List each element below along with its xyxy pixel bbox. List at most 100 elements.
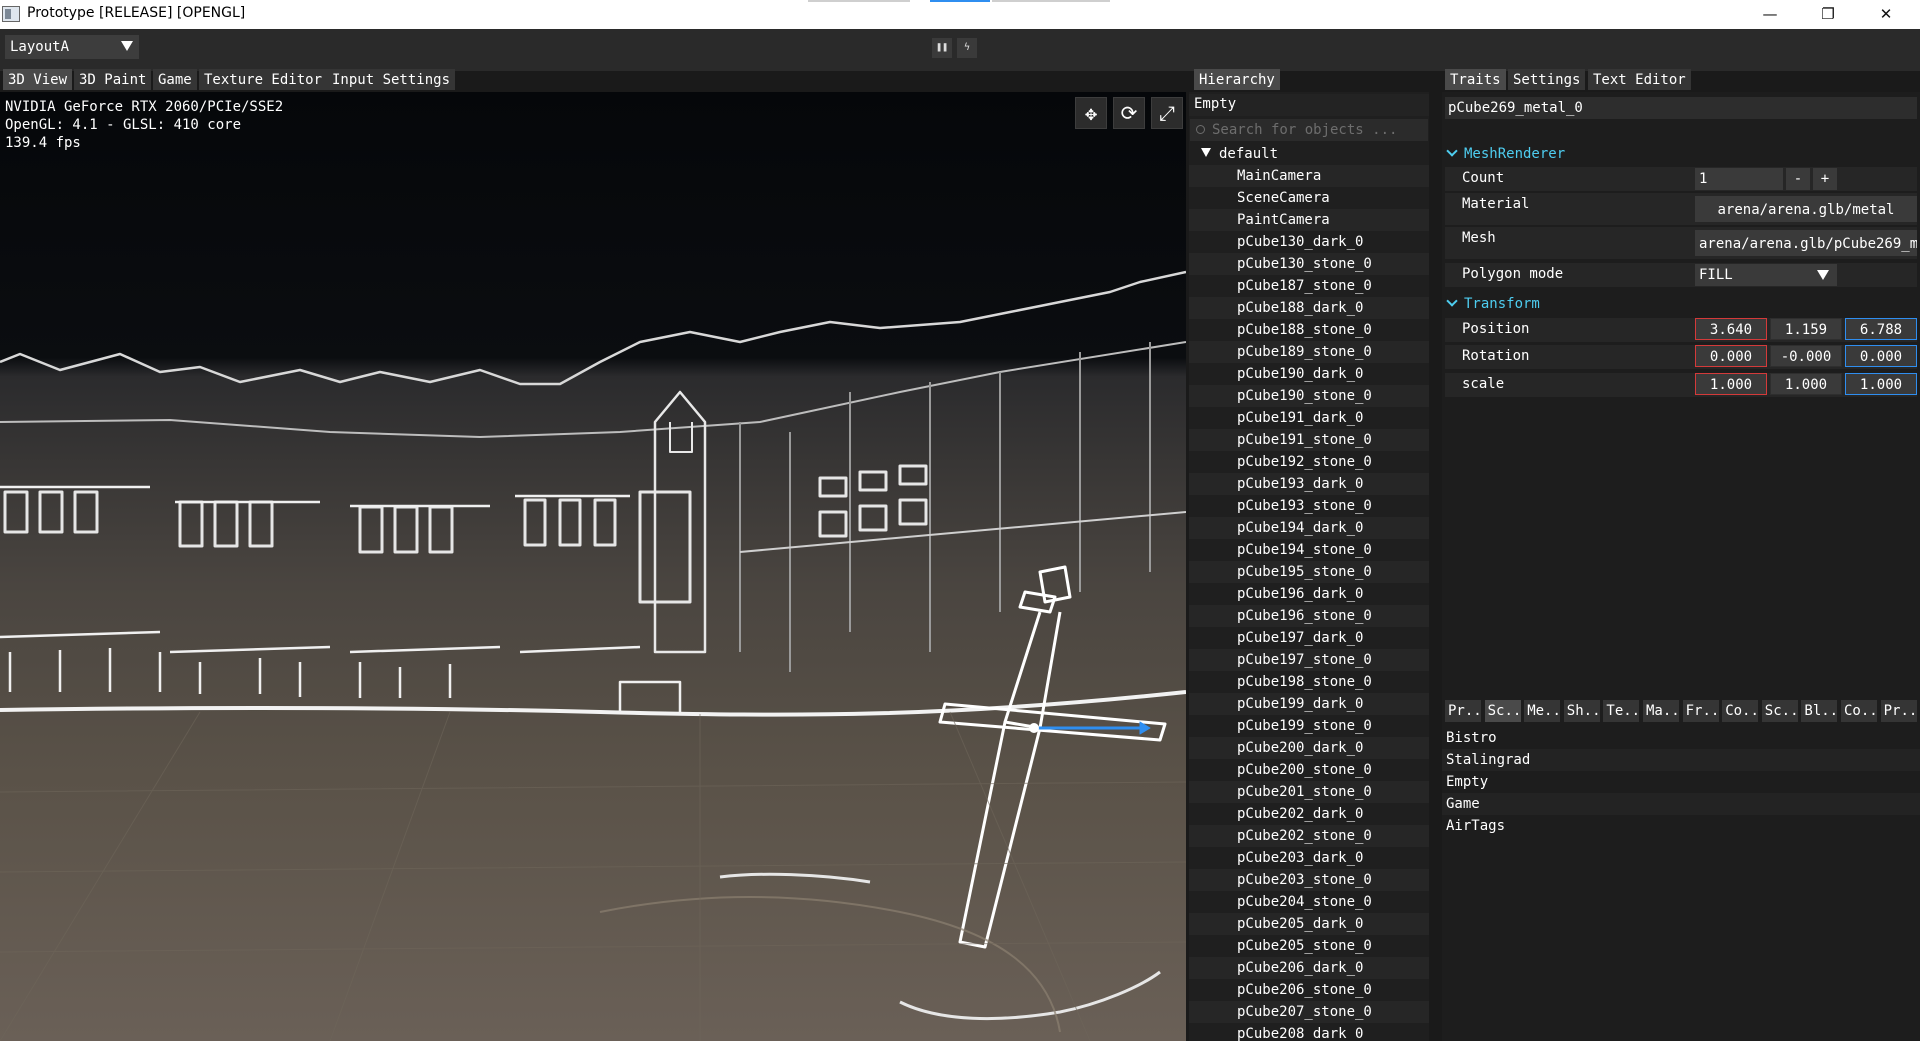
tree-item[interactable]: pCube199_stone_0	[1189, 715, 1429, 737]
tree-item[interactable]: pCube204_stone_0	[1189, 891, 1429, 913]
step-button[interactable]: ϟ	[957, 38, 977, 58]
scene-tab[interactable]: Bl...	[1801, 700, 1838, 722]
tree-item[interactable]: pCube200_stone_0	[1189, 759, 1429, 781]
tab-hierarchy[interactable]: Hierarchy	[1194, 69, 1280, 90]
tab-text-editor[interactable]: Text Editor	[1588, 69, 1691, 90]
scene-tab[interactable]: Fr...	[1682, 700, 1719, 722]
tree-item[interactable]: pCube206_stone_0	[1189, 979, 1429, 1001]
tree-item[interactable]: pCube205_stone_0	[1189, 935, 1429, 957]
rotation-y-input[interactable]: -0.000	[1770, 345, 1842, 367]
tree-item[interactable]: pCube194_stone_0	[1189, 539, 1429, 561]
tree-item[interactable]: pCube130_stone_0	[1189, 253, 1429, 275]
tree-item[interactable]: pCube193_dark_0	[1189, 473, 1429, 495]
scene-item[interactable]: Bistro	[1442, 727, 1920, 749]
tab-texture-editor[interactable]: Texture Editor	[199, 69, 328, 90]
minimize-button[interactable]: —	[1741, 0, 1799, 29]
tree-item[interactable]: pCube191_stone_0	[1189, 429, 1429, 451]
scale-z-input[interactable]: 1.000	[1845, 373, 1917, 395]
expand-icon[interactable]	[1201, 148, 1211, 157]
scene-item[interactable]: AirTags	[1442, 815, 1920, 837]
tree-item[interactable]: pCube188_stone_0	[1189, 319, 1429, 341]
rotation-row: Rotation 0.000 -0.000 0.000	[1445, 345, 1917, 369]
layout-dropdown[interactable]: LayoutA	[5, 35, 139, 59]
position-z-input[interactable]: 6.788	[1845, 318, 1917, 340]
tree-item[interactable]: pCube202_stone_0	[1189, 825, 1429, 847]
meshrenderer-section[interactable]: MeshRenderer	[1445, 145, 1565, 162]
tab-game[interactable]: Game	[153, 69, 197, 90]
scene-tab[interactable]: Co...	[1722, 700, 1759, 722]
scene-tab[interactable]: Co...	[1841, 700, 1877, 722]
tree-item[interactable]: pCube189_stone_0	[1189, 341, 1429, 363]
tree-item[interactable]: pCube194_dark_0	[1189, 517, 1429, 539]
close-button[interactable]: ✕	[1857, 0, 1915, 29]
polygon-mode-dropdown[interactable]: FILL	[1695, 264, 1837, 286]
move-icon[interactable]: ✥	[1075, 97, 1107, 129]
tree-item[interactable]: pCube207_stone_0	[1189, 1001, 1429, 1023]
tree-group-default[interactable]: default	[1189, 143, 1429, 165]
tree-item[interactable]: pCube188_dark_0	[1189, 297, 1429, 319]
rotation-x-input[interactable]: 0.000	[1695, 345, 1767, 367]
scene-tab[interactable]: Te...	[1603, 700, 1640, 722]
scene-tab[interactable]: Sc...	[1484, 700, 1521, 722]
tree-item[interactable]: pCube130_dark_0	[1189, 231, 1429, 253]
tree-item[interactable]: pCube202_dark_0	[1189, 803, 1429, 825]
position-y-input[interactable]: 1.159	[1770, 318, 1842, 340]
tree-item[interactable]: PaintCamera	[1189, 209, 1429, 231]
tree-item[interactable]: MainCamera	[1189, 165, 1429, 187]
tree-item[interactable]: pCube196_stone_0	[1189, 605, 1429, 627]
pause-button[interactable]: ❚❚	[932, 38, 952, 58]
tab-3d-view[interactable]: 3D View	[3, 69, 73, 90]
position-x-input[interactable]: 3.640	[1695, 318, 1767, 340]
tree-item[interactable]: pCube190_stone_0	[1189, 385, 1429, 407]
count-decrement-button[interactable]: -	[1786, 168, 1810, 190]
tree-item[interactable]: SceneCamera	[1189, 187, 1429, 209]
tree-item[interactable]: pCube196_dark_0	[1189, 583, 1429, 605]
tree-item[interactable]: pCube208_dark_0	[1189, 1023, 1429, 1041]
tree-item[interactable]: pCube206_dark_0	[1189, 957, 1429, 979]
tab-settings[interactable]: Settings	[1508, 69, 1586, 90]
mesh-field[interactable]: arena/arena.glb/pCube269_me	[1695, 230, 1917, 256]
tree-item[interactable]: pCube197_dark_0	[1189, 627, 1429, 649]
scene-list: Bistro Stalingrad Empty Game AirTags	[1442, 727, 1920, 837]
tab-traits[interactable]: Traits	[1445, 69, 1506, 90]
scene-tab[interactable]: Sh...	[1563, 700, 1600, 722]
count-input[interactable]: 1	[1695, 168, 1783, 190]
tab-3d-paint[interactable]: 3D Paint	[74, 69, 152, 90]
refresh-icon[interactable]: ⟳	[1113, 97, 1145, 129]
tree-item[interactable]: pCube191_dark_0	[1189, 407, 1429, 429]
rotation-z-input[interactable]: 0.000	[1845, 345, 1917, 367]
tree-item[interactable]: pCube190_dark_0	[1189, 363, 1429, 385]
3d-viewport[interactable]: NVIDIA GeForce RTX 2060/PCIe/SSE2 OpenGL…	[0, 92, 1186, 1041]
scene-tab[interactable]: Me...	[1524, 700, 1561, 722]
count-increment-button[interactable]: +	[1813, 168, 1837, 190]
transform-section[interactable]: Transform	[1445, 295, 1540, 312]
search-input[interactable]: Search for objects ...	[1190, 119, 1428, 141]
tree-item[interactable]: pCube195_stone_0	[1189, 561, 1429, 583]
restore-button[interactable]: ❐	[1799, 0, 1857, 29]
scene-item[interactable]: Game	[1442, 793, 1920, 815]
scale-x-input[interactable]: 1.000	[1695, 373, 1767, 395]
tree-item[interactable]: pCube197_stone_0	[1189, 649, 1429, 671]
scene-tab[interactable]: Sc...	[1761, 700, 1798, 722]
tree-item[interactable]: pCube198_stone_0	[1189, 671, 1429, 693]
scene-item[interactable]: Empty	[1442, 771, 1920, 793]
taskbar-strip	[808, 0, 910, 2]
scene-tab[interactable]: Ma...	[1643, 700, 1679, 722]
tree-item[interactable]: pCube200_dark_0	[1189, 737, 1429, 759]
tree-item[interactable]: pCube203_dark_0	[1189, 847, 1429, 869]
tree-item[interactable]: pCube203_stone_0	[1189, 869, 1429, 891]
scene-item[interactable]: Stalingrad	[1442, 749, 1920, 771]
tree-item[interactable]: pCube199_dark_0	[1189, 693, 1429, 715]
tree-item[interactable]: pCube187_stone_0	[1189, 275, 1429, 297]
tree-item[interactable]: pCube201_stone_0	[1189, 781, 1429, 803]
tree-item[interactable]: pCube205_dark_0	[1189, 913, 1429, 935]
fullscreen-icon[interactable]: ⤢	[1151, 97, 1183, 129]
tree-item[interactable]: pCube192_stone_0	[1189, 451, 1429, 473]
material-field[interactable]: arena/arena.glb/metal	[1695, 196, 1917, 222]
tree-item[interactable]: pCube193_stone_0	[1189, 495, 1429, 517]
scale-y-input[interactable]: 1.000	[1770, 373, 1842, 395]
object-name-field[interactable]: pCube269_metal_0	[1445, 97, 1917, 119]
tab-input-settings[interactable]: Input Settings	[327, 69, 456, 90]
scene-tab[interactable]: Pr...	[1880, 700, 1917, 722]
scene-tab[interactable]: Pr...	[1445, 700, 1481, 722]
